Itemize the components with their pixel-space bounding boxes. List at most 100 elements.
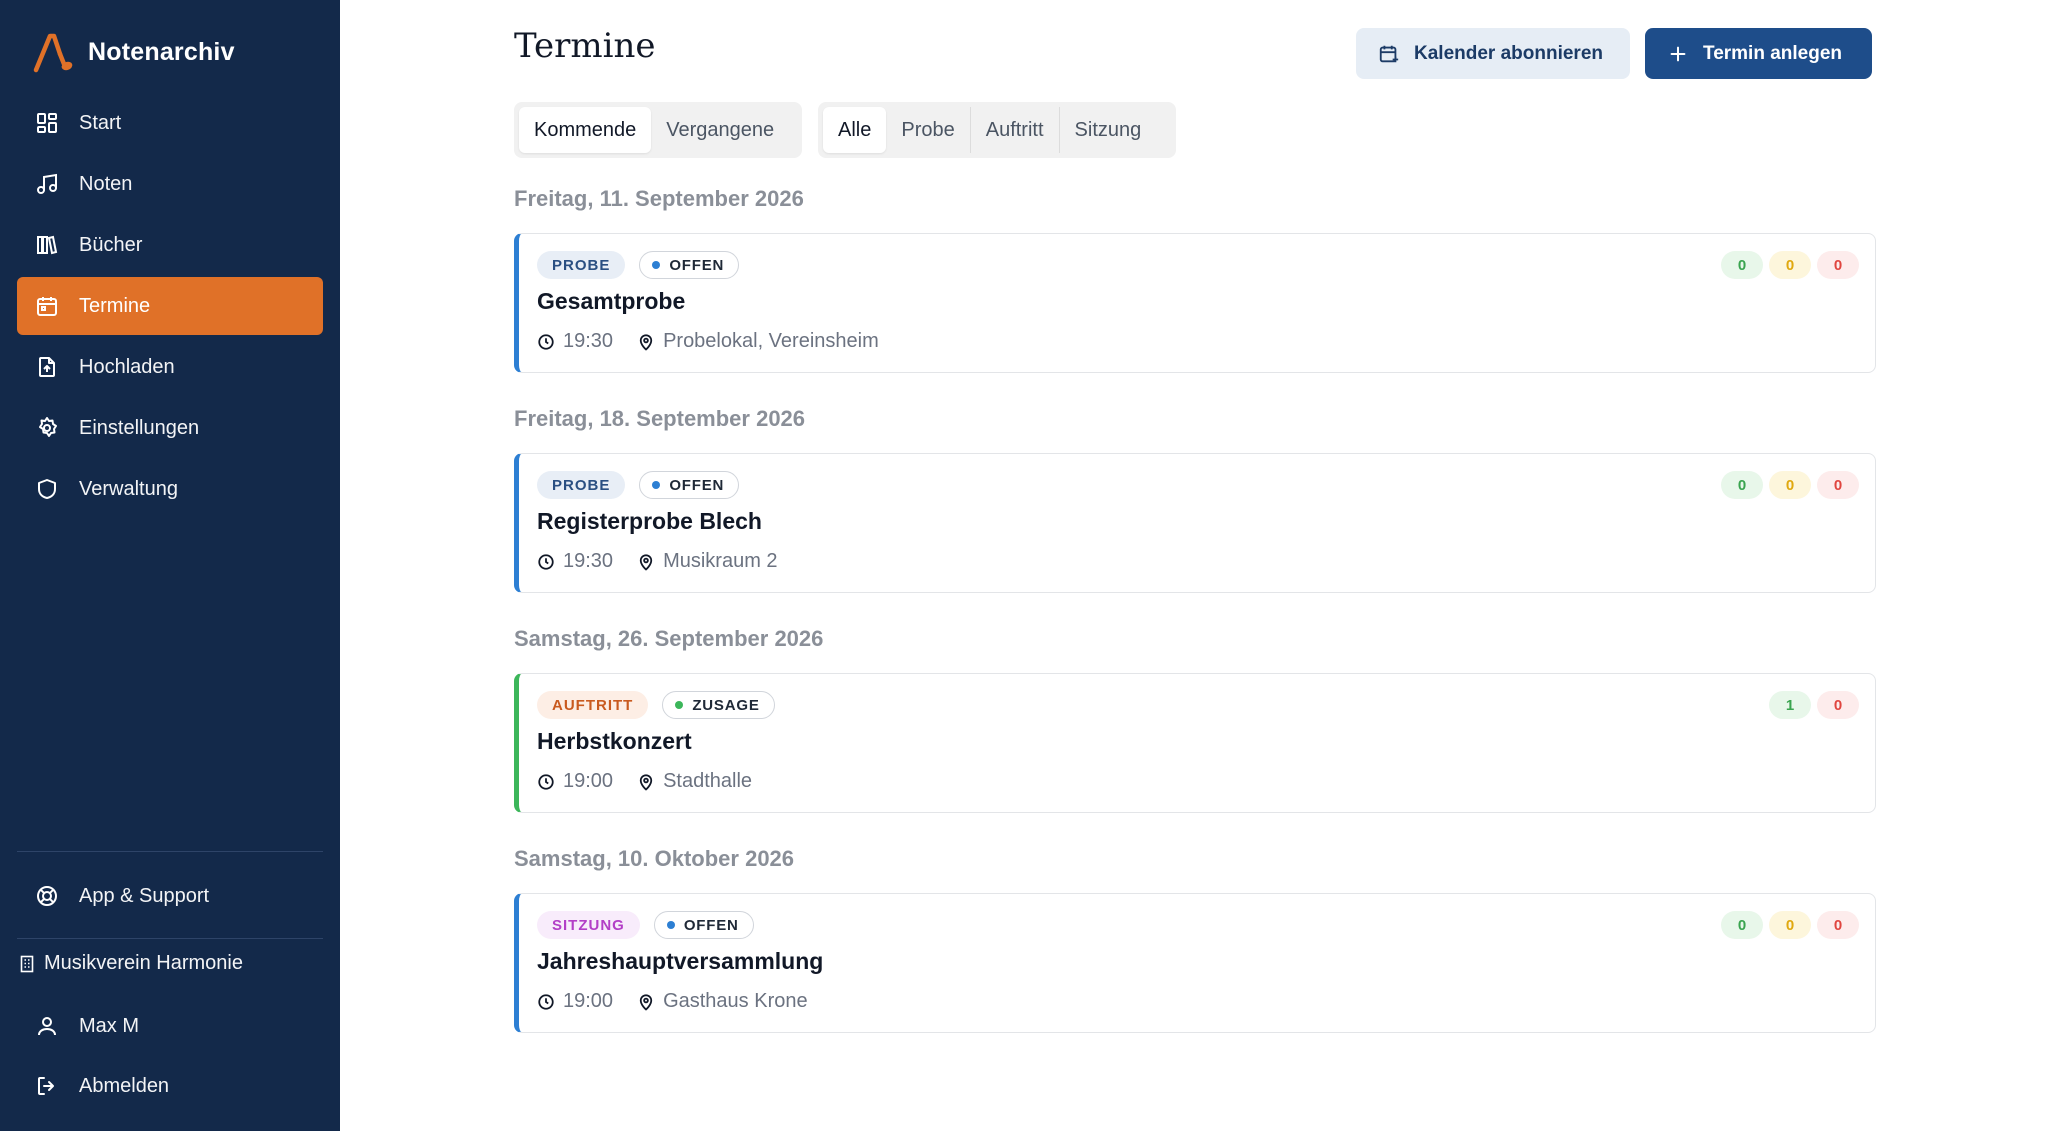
- sidebar-item-hochladen[interactable]: Hochladen: [17, 338, 323, 396]
- count-no: 0: [1817, 471, 1859, 499]
- count-no: 0: [1817, 911, 1859, 939]
- count-no: 0: [1817, 691, 1859, 719]
- new-event-button[interactable]: Termin anlegen: [1645, 28, 1872, 79]
- status-badge: OFFEN: [639, 471, 740, 499]
- status-label: ZUSAGE: [692, 696, 760, 714]
- event-type-badge: AUFTRITT: [537, 691, 649, 719]
- new-event-label: Termin anlegen: [1703, 42, 1843, 64]
- status-dot: [652, 261, 661, 269]
- filter-auftritt[interactable]: Auftritt: [971, 107, 1059, 153]
- event-title: Herbstkonzert: [537, 728, 692, 754]
- tab-vergangene[interactable]: Vergangene: [651, 107, 789, 153]
- response-counts: 0 0 0: [1715, 471, 1859, 499]
- count-yes: 0: [1721, 471, 1763, 499]
- brand[interactable]: Notenarchiv: [30, 30, 235, 74]
- type-filter: Alle Probe Auftritt Sitzung: [818, 102, 1176, 158]
- shield-icon: [34, 476, 60, 502]
- response-counts: 0 0 0: [1715, 251, 1859, 279]
- event-location: Stadthalle: [637, 770, 752, 793]
- map-pin-icon: [639, 553, 653, 571]
- event-location: Gasthaus Krone: [637, 990, 808, 1013]
- sidebar-item-einstellungen[interactable]: Einstellungen: [17, 399, 323, 457]
- status-badge: OFFEN: [653, 911, 754, 939]
- event-type-badge: SITZUNG: [537, 911, 640, 939]
- count-no: 0: [1817, 251, 1859, 279]
- time-filter: Kommende Vergangene: [514, 102, 802, 158]
- event-type-badge: PROBE: [537, 471, 626, 499]
- sidebar-item-label: Noten: [79, 172, 133, 195]
- page-title: Termine: [514, 26, 656, 66]
- calendar-plus-icon: [1379, 45, 1399, 62]
- filter-sitzung[interactable]: Sitzung: [1060, 107, 1157, 153]
- event-time: 19:00: [537, 990, 613, 1013]
- event-title: Jahreshauptversammlung: [537, 948, 824, 974]
- map-pin-icon: [639, 333, 653, 351]
- response-counts: 0 0 0: [1715, 911, 1859, 939]
- building-icon: [20, 955, 34, 972]
- event-card[interactable]: AUFTRITT ZUSAGE 1 0 Herbstkonzert 19:00 …: [514, 673, 1876, 813]
- subscribe-calendar-label: Kalender abonnieren: [1414, 42, 1603, 64]
- sidebar-item-label: App & Support: [79, 884, 210, 907]
- count-yes: 1: [1769, 691, 1811, 719]
- status-label: OFFEN: [683, 916, 739, 934]
- event-card[interactable]: SITZUNG OFFEN 0 0 0 Jahreshauptversammlu…: [514, 893, 1876, 1033]
- count-yes: 0: [1721, 911, 1763, 939]
- clock-icon: [538, 553, 554, 570]
- status-badge: OFFEN: [639, 251, 740, 279]
- event-time: 19:30: [537, 330, 613, 353]
- event-title: Gesamtprobe: [537, 288, 686, 314]
- event-time-label: 19:30: [563, 330, 614, 352]
- sidebar-item-logout[interactable]: Abmelden: [17, 1057, 323, 1115]
- event-location-label: Probelokal, Vereinsheim: [663, 330, 879, 352]
- sidebar-item-label: Termine: [79, 294, 151, 317]
- sidebar-item-noten[interactable]: Noten: [17, 155, 323, 213]
- event-time-label: 19:30: [563, 550, 614, 572]
- subscribe-calendar-button[interactable]: Kalender abonnieren: [1356, 28, 1630, 79]
- logout-icon: [34, 1073, 60, 1099]
- event-location: Musikraum 2: [637, 550, 778, 573]
- books-icon: [34, 232, 60, 258]
- event-card[interactable]: PROBE OFFEN 0 0 0 Registerprobe Blech 19…: [514, 453, 1876, 593]
- sidebar-item-buecher[interactable]: Bücher: [17, 216, 323, 274]
- event-time-label: 19:00: [563, 990, 614, 1012]
- sidebar-item-user[interactable]: Max M: [17, 997, 323, 1055]
- event-location-label: Gasthaus Krone: [663, 990, 808, 1012]
- clock-icon: [538, 993, 554, 1010]
- status-dot: [652, 481, 661, 489]
- status-dot: [675, 701, 684, 709]
- event-time-label: 19:00: [563, 770, 614, 792]
- app-logo-icon: [33, 33, 73, 73]
- clock-icon: [538, 773, 554, 790]
- sidebar-item-support[interactable]: App & Support: [17, 867, 323, 925]
- event-time: 19:30: [537, 550, 613, 573]
- filter-probe[interactable]: Probe: [886, 107, 969, 153]
- event-location: Probelokal, Vereinsheim: [637, 330, 879, 353]
- event-card[interactable]: PROBE OFFEN 0 0 0 Gesamtprobe 19:30 Prob…: [514, 233, 1876, 373]
- sidebar-item-termine[interactable]: Termine: [17, 277, 323, 335]
- sidebar-item-label: Abmelden: [79, 1074, 170, 1097]
- count-maybe: 0: [1769, 471, 1811, 499]
- sidebar-nav: Start Noten Bücher Termine Hochladen Ein…: [17, 94, 323, 521]
- file-upload-icon: [34, 354, 60, 380]
- sidebar-item-label: Max M: [79, 1014, 139, 1037]
- status-label: OFFEN: [669, 256, 725, 274]
- organization-label: Musikverein Harmonie: [44, 952, 243, 974]
- day-heading: Freitag, 11. September 2026: [514, 186, 804, 211]
- sidebar-item-start[interactable]: Start: [17, 94, 323, 152]
- event-location-label: Stadthalle: [663, 770, 753, 792]
- sidebar-divider: [17, 851, 323, 852]
- tab-kommende[interactable]: Kommende: [519, 107, 652, 153]
- sidebar-item-verwaltung[interactable]: Verwaltung: [17, 460, 323, 518]
- map-pin-icon: [639, 993, 653, 1011]
- day-heading: Freitag, 18. September 2026: [514, 406, 806, 431]
- event-time: 19:00: [537, 770, 613, 793]
- count-maybe: 0: [1769, 911, 1811, 939]
- status-badge: ZUSAGE: [662, 691, 775, 719]
- user-icon: [34, 1013, 60, 1039]
- event-type-badge: PROBE: [537, 251, 626, 279]
- lifebuoy-icon: [34, 883, 60, 909]
- app-name: Notenarchiv: [88, 37, 235, 66]
- sidebar: Notenarchiv Start Noten Bücher Termine H…: [0, 0, 340, 1131]
- sidebar-divider: [17, 938, 323, 939]
- filter-alle[interactable]: Alle: [823, 107, 887, 153]
